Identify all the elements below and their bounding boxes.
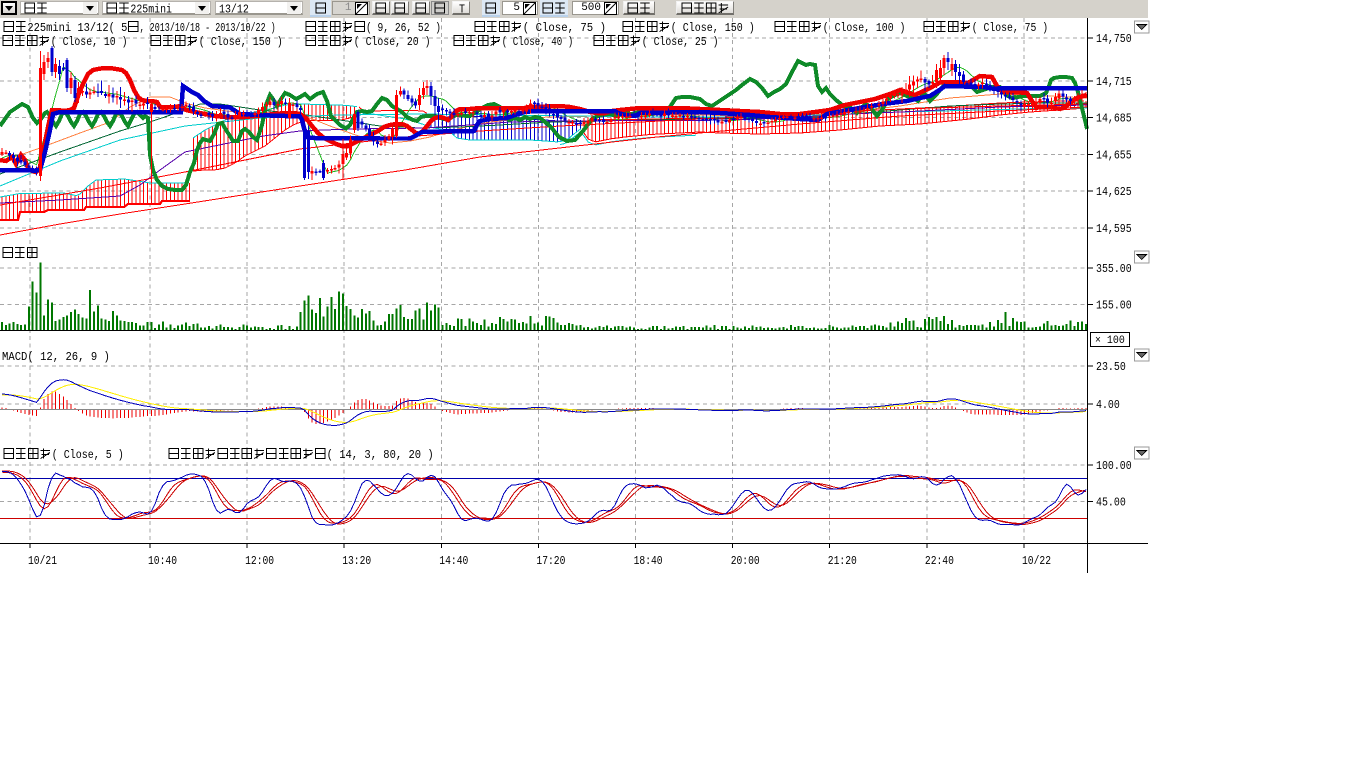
svg-text:14,715: 14,715 — [1096, 76, 1132, 89]
svg-text:( Close, 150 ): ( Close, 150 ) — [671, 22, 755, 35]
svg-text:14,625: 14,625 — [1096, 186, 1132, 199]
svg-text:13:20: 13:20 — [342, 555, 371, 568]
svg-text:14:40: 14:40 — [439, 555, 468, 568]
svg-text:17:20: 17:20 — [536, 555, 565, 568]
svg-text:12:00: 12:00 — [245, 555, 274, 568]
svg-text:( Close, 5 ): ( Close, 5 ) — [52, 449, 124, 462]
svg-text:45.00: 45.00 — [1096, 497, 1126, 510]
svg-text:( 9, 26, 52 ): ( 9, 26, 52 ) — [366, 22, 441, 35]
svg-text:100.00: 100.00 — [1096, 460, 1132, 473]
svg-text:13/12: 13/12 — [219, 4, 249, 16]
svg-text:355.00: 355.00 — [1096, 263, 1132, 276]
svg-text:22:40: 22:40 — [925, 555, 954, 568]
svg-text:10:40: 10:40 — [148, 555, 177, 568]
svg-text:( Close, 100 ): ( Close, 100 ) — [823, 22, 906, 35]
svg-text:10/21: 10/21 — [28, 555, 57, 568]
svg-text:10/22: 10/22 — [1022, 555, 1051, 568]
svg-text:18:40: 18:40 — [634, 555, 663, 568]
svg-text:( Close, 75 ): ( Close, 75 ) — [523, 22, 606, 35]
svg-text:× 100: × 100 — [1095, 335, 1125, 347]
svg-text:( Close, 150 ): ( Close, 150 ) — [199, 36, 283, 49]
svg-text:225mini: 225mini — [130, 4, 172, 16]
svg-text:( Close, 20 ): ( Close, 20 ) — [354, 36, 431, 49]
svg-text:MACD( 12, 26, 9 ): MACD( 12, 26, 9 ) — [2, 351, 110, 364]
svg-text:14,685: 14,685 — [1096, 113, 1132, 126]
svg-text:20:00: 20:00 — [731, 555, 760, 568]
svg-text:( Close, 25 ): ( Close, 25 ) — [642, 36, 719, 49]
svg-text:21:20: 21:20 — [828, 555, 857, 568]
svg-text:155.00: 155.00 — [1096, 300, 1132, 313]
svg-text:( Close, 10 ): ( Close, 10 ) — [51, 36, 128, 49]
svg-text:23.50: 23.50 — [1096, 361, 1126, 374]
svg-text:14,750: 14,750 — [1096, 33, 1132, 46]
svg-text:( 14, 3, 80, 20 ): ( 14, 3, 80, 20 ) — [327, 449, 434, 462]
svg-text:4.00: 4.00 — [1096, 399, 1120, 412]
svg-text:14,595: 14,595 — [1096, 223, 1132, 236]
svg-text:225mini 13/12( 5: 225mini 13/12( 5 — [27, 22, 127, 35]
svg-text:14,655: 14,655 — [1096, 149, 1132, 162]
svg-text:( Close, 40 ): ( Close, 40 ) — [502, 36, 574, 49]
svg-text:( Close, 75 ): ( Close, 75 ) — [972, 22, 1048, 35]
svg-text:, 2013/10/18 - 2013/10/22 ): , 2013/10/18 - 2013/10/22 ) — [140, 22, 276, 35]
svg-text:T: T — [459, 4, 465, 16]
